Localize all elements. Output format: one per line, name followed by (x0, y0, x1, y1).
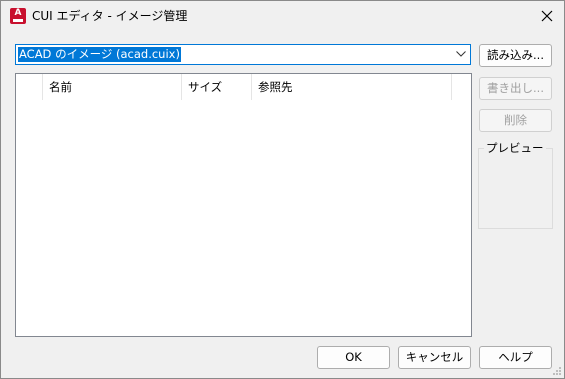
ok-button[interactable]: OK (317, 346, 390, 369)
preview-label: プレビュー (484, 141, 546, 155)
delete-button[interactable]: 削除 (479, 109, 552, 132)
image-source-selected: ACAD のイメージ (acad.cuix) (18, 47, 181, 62)
autocad-app-icon: A (10, 8, 26, 24)
resize-grip-icon[interactable] (552, 366, 562, 376)
list-header: 名前 サイズ 参照先 (16, 74, 471, 100)
window-title: CUI エディタ - イメージ管理 (32, 9, 188, 23)
help-button[interactable]: ヘルプ (479, 346, 552, 369)
close-button[interactable] (530, 1, 564, 31)
preview-box (478, 148, 553, 229)
load-button[interactable]: 読み込み... (479, 44, 552, 67)
image-list[interactable]: 名前 サイズ 参照先 (15, 73, 472, 337)
title-bar[interactable]: A CUI エディタ - イメージ管理 (1, 1, 564, 31)
column-header-size[interactable]: サイズ (182, 74, 252, 100)
column-header-icon[interactable] (16, 74, 43, 100)
close-icon (541, 10, 553, 22)
column-header-name[interactable]: 名前 (43, 74, 182, 100)
image-manager-dialog: A CUI エディタ - イメージ管理 ACAD のイメージ (acad.cui… (0, 0, 565, 379)
app-icon-letter: A (14, 8, 22, 18)
export-button[interactable]: 書き出し... (479, 77, 552, 100)
chevron-down-icon (456, 51, 466, 57)
image-source-dropdown[interactable]: ACAD のイメージ (acad.cuix) (15, 44, 471, 65)
cancel-button[interactable]: キャンセル (398, 346, 471, 369)
column-header-reference[interactable]: 参照先 (252, 74, 452, 100)
